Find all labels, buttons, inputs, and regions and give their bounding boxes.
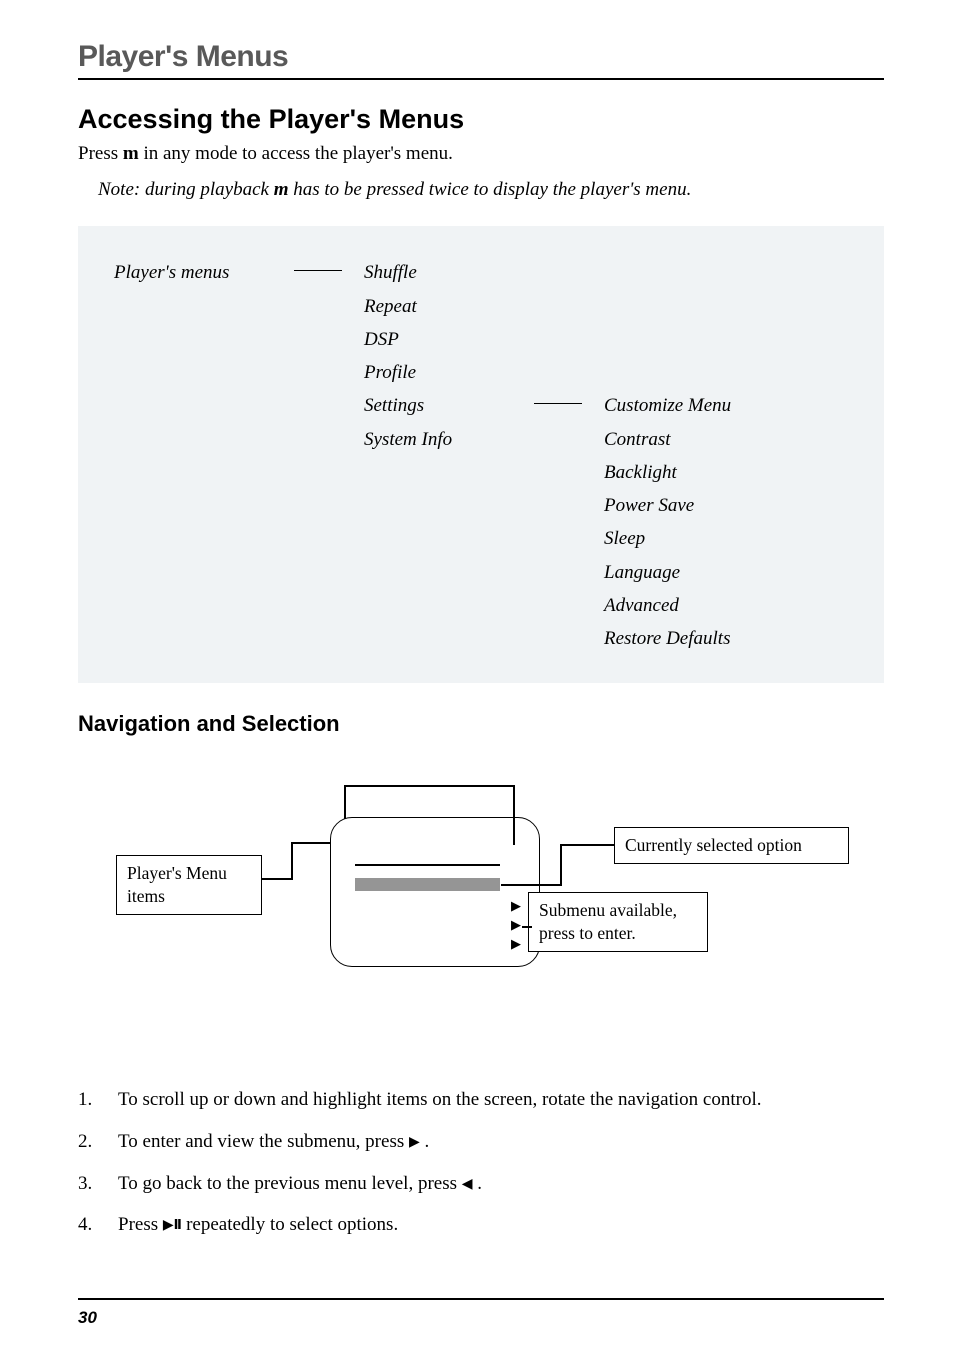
connector-line — [501, 884, 561, 886]
diagram-label-left: Player's Menu items — [116, 855, 262, 915]
connector-line — [291, 842, 293, 880]
connector-line — [560, 844, 615, 846]
menu-item: Contrast — [604, 423, 804, 456]
diagram-label-bottom-right: Submenu available, press to enter. — [528, 892, 708, 952]
menu-item: Restore Defaults — [604, 622, 804, 655]
step-item: Press ▶II repeatedly to select options. — [78, 1212, 884, 1238]
menu-item: Settings — [364, 389, 534, 422]
menu-item: Power Save — [604, 489, 804, 522]
text: in any mode to access the player's menu. — [139, 143, 453, 164]
connector-line — [291, 842, 331, 844]
menu-level2: Customize Menu Contrast Backlight Power … — [604, 256, 804, 655]
screen-frame: ▶ ▶ ▶ — [330, 817, 540, 967]
text: has to be pressed twice to display the p… — [289, 179, 692, 200]
menu-item: Sleep — [604, 522, 804, 555]
connector-line — [534, 403, 582, 404]
screen-highlight-bar — [355, 878, 500, 891]
text: . — [473, 1173, 483, 1194]
menu-item: Backlight — [604, 456, 804, 489]
note-paragraph: Note: during playback m has to be presse… — [98, 177, 884, 203]
steps-list: To scroll up or down and highlight items… — [78, 1087, 884, 1238]
menu-item: Language — [604, 556, 804, 589]
key-m: m — [123, 143, 139, 164]
connector-line — [344, 785, 514, 787]
right-arrow-icon: ▶ — [511, 899, 521, 914]
connector-line — [513, 785, 515, 845]
connector-line — [294, 270, 342, 271]
section-title: Accessing the Player's Menus — [78, 104, 884, 135]
menu-item: DSP — [364, 323, 534, 356]
menu-item: System Info — [364, 423, 534, 456]
menu-tree-diagram: Player's menus Shuffle Repeat DSP Profil… — [78, 226, 884, 683]
connector-line — [262, 878, 292, 880]
right-arrow-icon: ▶ — [511, 937, 521, 952]
screen-content-line — [355, 864, 500, 866]
step-item: To enter and view the submenu, press ▶ . — [78, 1129, 884, 1155]
text: To enter and view the submenu, press — [118, 1131, 409, 1152]
text: To scroll up or down and highlight items… — [118, 1089, 761, 1110]
menu-item: Advanced — [604, 589, 804, 622]
right-arrow-icon: ▶ — [511, 918, 521, 933]
menu-root-label: Player's menus — [114, 256, 294, 289]
text: repeatedly to select options. — [181, 1214, 398, 1235]
subsection-title: Navigation and Selection — [78, 711, 884, 737]
key-m: m — [274, 179, 289, 200]
menu-item: Profile — [364, 356, 534, 389]
page-number: 30 — [78, 1308, 884, 1328]
connector-line — [522, 926, 532, 928]
menu-level1: Shuffle Repeat DSP Profile Settings Syst… — [364, 256, 534, 655]
text: To go back to the previous menu level, p… — [118, 1173, 462, 1194]
menu-item: Repeat — [364, 290, 534, 323]
left-arrow-icon: ◀ — [462, 1175, 473, 1194]
text: Press — [78, 143, 123, 164]
step-item: To go back to the previous menu level, p… — [78, 1171, 884, 1197]
intro-paragraph: Press m in any mode to access the player… — [78, 141, 884, 167]
connector-line — [344, 785, 346, 819]
text: . — [420, 1131, 430, 1152]
step-item: To scroll up or down and highlight items… — [78, 1087, 884, 1113]
divider — [78, 78, 884, 80]
text: Note: during playback — [98, 179, 274, 200]
play-pause-icon: ▶II — [163, 1216, 181, 1235]
text: Press — [118, 1214, 163, 1235]
right-arrow-icon: ▶ — [409, 1133, 420, 1152]
menu-item: Customize Menu — [604, 389, 804, 422]
menu-item: Shuffle — [364, 256, 534, 289]
chapter-title: Player's Menus — [78, 40, 884, 74]
connector-line — [560, 844, 562, 886]
diagram-label-top-right: Currently selected option — [614, 827, 849, 864]
navigation-diagram: Player's Menu items ▶ ▶ ▶ Currently sele… — [78, 777, 884, 1057]
divider — [78, 1298, 884, 1300]
